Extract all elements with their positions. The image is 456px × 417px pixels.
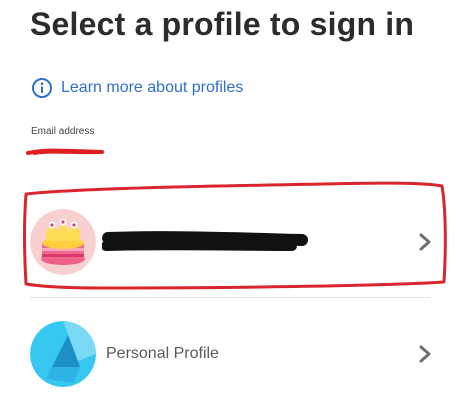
profile-divider <box>30 297 430 298</box>
chevron-right-icon <box>418 344 432 364</box>
profile-name-redaction-scribble <box>102 231 308 251</box>
info-icon <box>31 77 53 99</box>
profile-row-redacted[interactable] <box>30 206 440 278</box>
email-label: Email address <box>31 126 95 137</box>
learn-more-label: Learn more about profiles <box>61 79 244 96</box>
personal-profile-avatar <box>30 321 96 387</box>
profile-name: Personal Profile <box>106 345 219 362</box>
profile-row-personal[interactable]: Personal Profile <box>30 318 440 390</box>
learn-more-link[interactable]: Learn more about profiles <box>31 77 243 99</box>
page-title: Select a profile to sign in <box>30 6 415 42</box>
cake-avatar <box>30 209 96 275</box>
email-redaction-scribble <box>26 148 104 155</box>
chevron-right-icon <box>418 232 432 252</box>
